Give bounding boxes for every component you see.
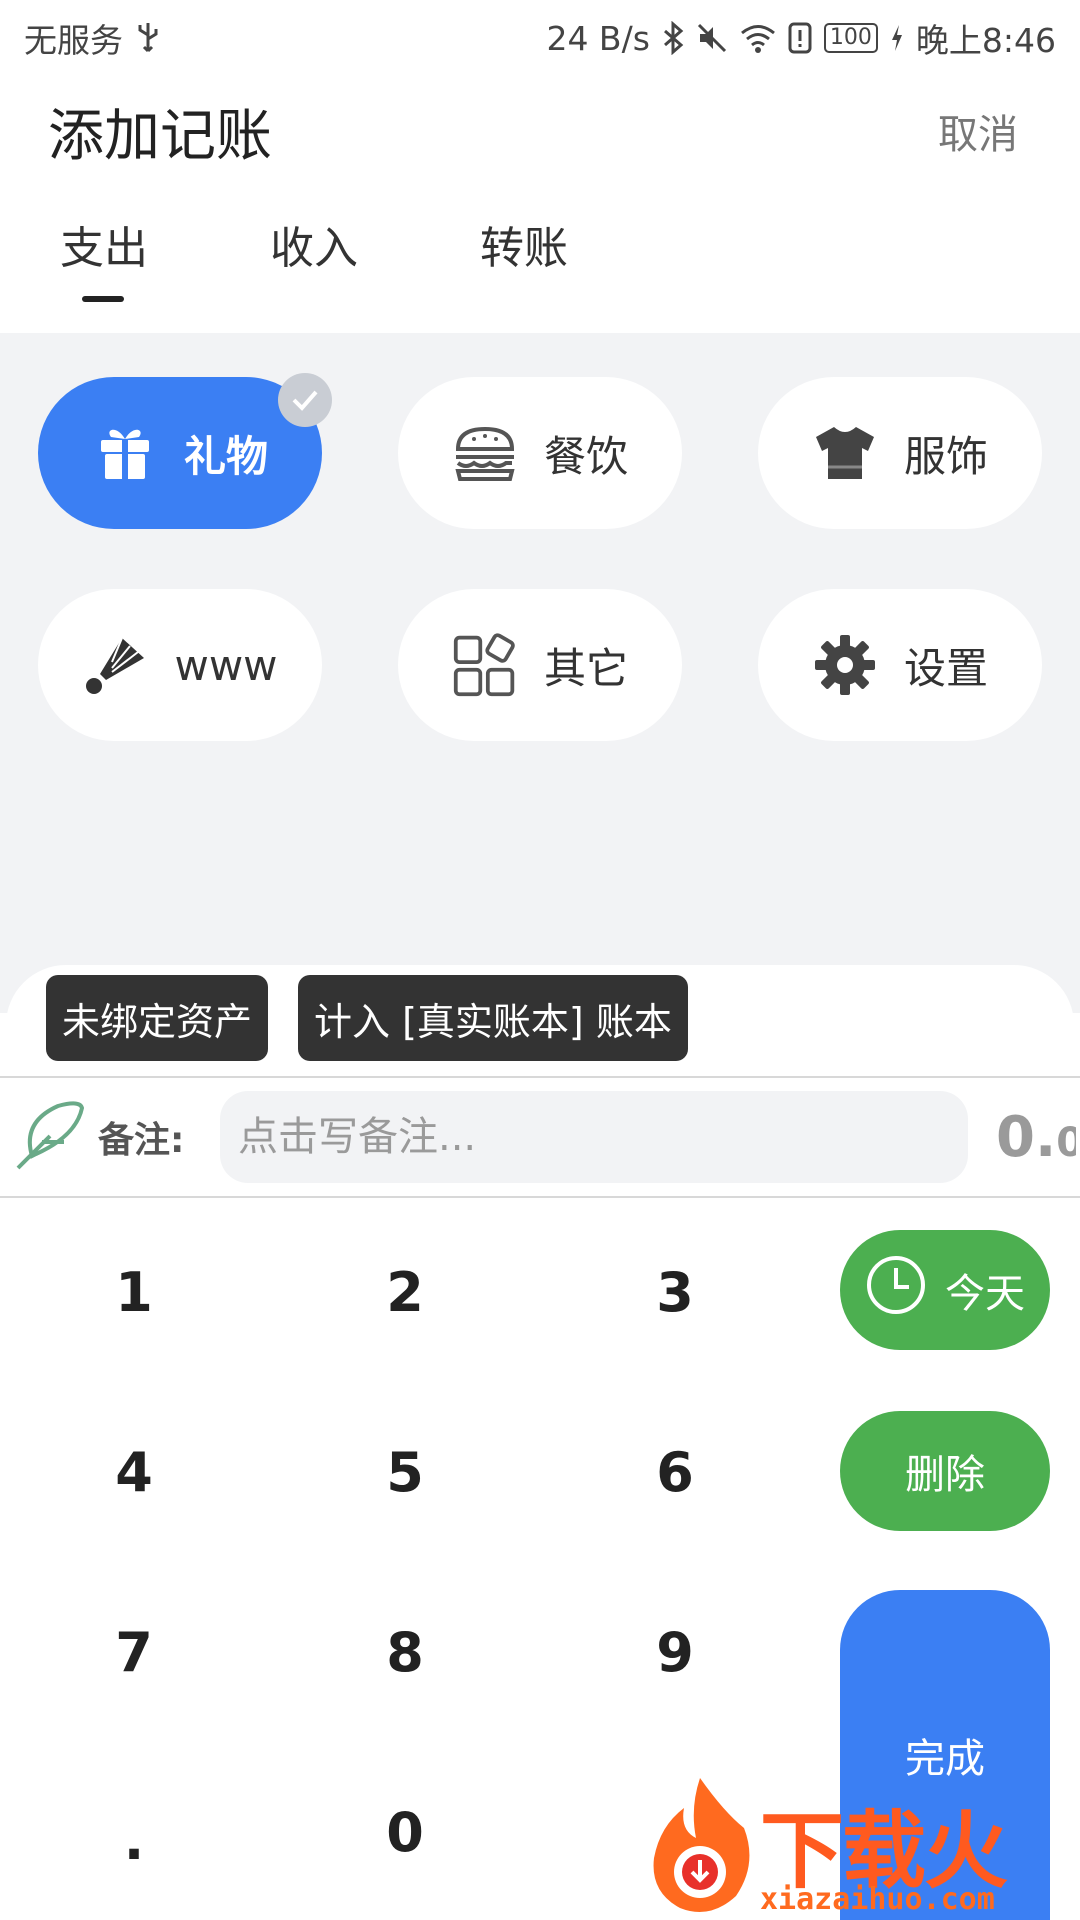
- category-label: 餐饮: [543, 431, 628, 481]
- shirt-icon: [812, 420, 878, 486]
- usb-icon: [135, 21, 161, 55]
- key-5[interactable]: 5: [295, 1412, 515, 1532]
- tab-expense[interactable]: 支出: [60, 200, 270, 330]
- charging-icon: [890, 24, 904, 52]
- today-button[interactable]: 今天: [840, 1230, 1050, 1350]
- key-dot[interactable]: .: [24, 1780, 244, 1900]
- cancel-button[interactable]: 取消: [938, 102, 1032, 160]
- status-left: 无服务: [24, 14, 161, 62]
- watermark: 下载火 xiazaihuo.com: [640, 1772, 1080, 1920]
- tab-income[interactable]: 收入: [270, 200, 480, 330]
- delete-button[interactable]: 删除: [840, 1411, 1050, 1531]
- book-chip[interactable]: 计入 [真实账本] 账本: [298, 975, 688, 1061]
- clock-icon: [865, 1254, 927, 1326]
- category-dining[interactable]: 餐饮: [398, 377, 682, 529]
- note-input[interactable]: [220, 1091, 968, 1183]
- delete-label: 删除: [905, 1452, 985, 1498]
- feather-icon: [12, 1096, 90, 1178]
- carrier-text: 无服务: [24, 21, 123, 60]
- amount-display: 0.0: [996, 1105, 1076, 1170]
- battery-indicator: 100: [823, 23, 878, 53]
- net-speed-text: 24 B/s: [546, 18, 650, 58]
- note-row: 备注: 0.0: [0, 1076, 1080, 1198]
- key-8[interactable]: 8: [295, 1592, 515, 1712]
- grid-icon: [452, 632, 518, 698]
- key-4[interactable]: 4: [24, 1412, 244, 1532]
- category-grid: 礼物 餐饮 服饰 www 其它 设置: [38, 373, 1042, 741]
- key-6[interactable]: 6: [565, 1412, 785, 1532]
- shuttlecock-icon: [82, 632, 148, 698]
- clock-text: 晚上8:46: [915, 21, 1056, 60]
- header: 添加记账 取消: [0, 76, 1080, 186]
- mute-icon: [696, 22, 728, 54]
- key-9[interactable]: 9: [565, 1592, 785, 1712]
- category-label: 礼物: [183, 431, 268, 481]
- key-0[interactable]: 0: [295, 1772, 515, 1892]
- category-other[interactable]: 其它: [398, 589, 682, 741]
- amount-decimal: 0: [1056, 1119, 1076, 1166]
- tab-transfer[interactable]: 转账: [480, 200, 690, 330]
- category-label: 设置: [903, 643, 988, 693]
- key-1[interactable]: 1: [24, 1232, 244, 1352]
- wifi-icon: [740, 23, 776, 53]
- watermark-url: xiazaihuo.com: [760, 1882, 995, 1917]
- sim-alert-icon: [788, 22, 812, 54]
- category-clothing[interactable]: 服饰: [758, 377, 1042, 529]
- chip-row: 未绑定资产 计入 [真实账本] 账本: [46, 975, 688, 1061]
- key-7[interactable]: 7: [24, 1592, 244, 1712]
- note-label: 备注:: [98, 1120, 185, 1161]
- gear-icon: [812, 632, 878, 698]
- status-right: 24 B/s 100 晚上8:46: [546, 14, 1056, 62]
- bluetooth-icon: [662, 21, 684, 55]
- category-label: www: [174, 640, 278, 690]
- check-icon: [278, 373, 332, 427]
- status-bar: 无服务 24 B/s 100 晚上8:46: [0, 0, 1080, 76]
- burger-icon: [452, 420, 518, 486]
- category-label: 服饰: [903, 431, 988, 481]
- flame-logo-icon: [653, 1778, 750, 1912]
- today-label: 今天: [945, 1271, 1025, 1317]
- page-title: 添加记账: [48, 103, 272, 169]
- category-settings[interactable]: 设置: [758, 589, 1042, 741]
- gift-icon: [92, 420, 158, 486]
- category-area: 礼物 餐饮 服饰 www 其它 设置: [0, 333, 1080, 1013]
- key-3[interactable]: 3: [565, 1232, 785, 1352]
- asset-chip[interactable]: 未绑定资产: [46, 975, 269, 1061]
- key-2[interactable]: 2: [295, 1232, 515, 1352]
- amount-main: 0.: [996, 1104, 1057, 1170]
- category-label: 其它: [543, 643, 628, 693]
- category-www[interactable]: www: [38, 589, 322, 741]
- type-tabs: 支出 收入 转账: [0, 200, 1080, 330]
- category-gift[interactable]: 礼物: [38, 373, 332, 529]
